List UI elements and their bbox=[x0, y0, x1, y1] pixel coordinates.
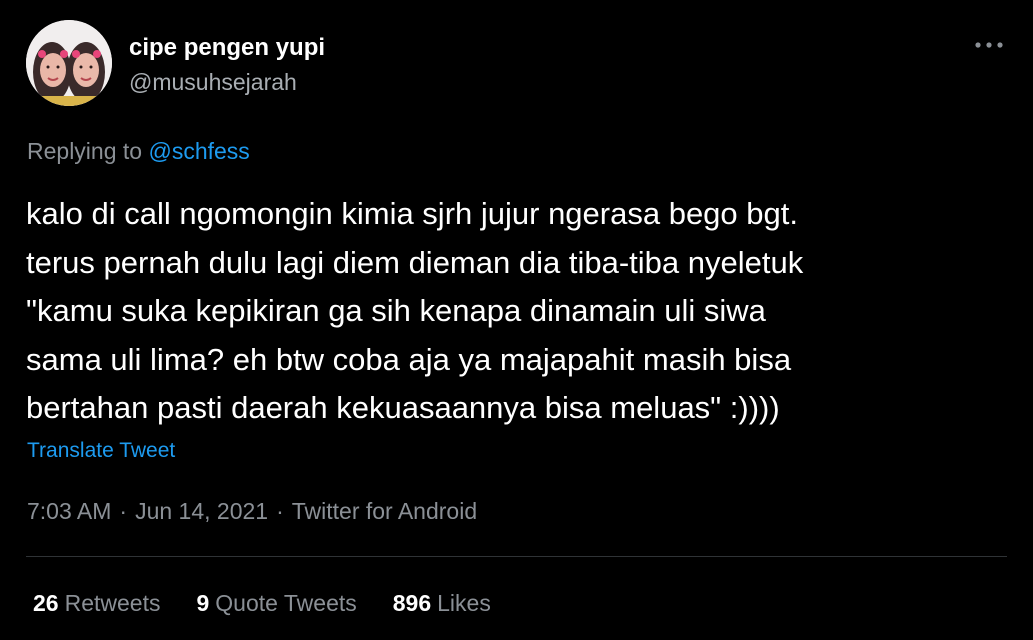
more-options-button[interactable] bbox=[970, 30, 1008, 60]
quote-tweets-stat[interactable]: 9 Quote Tweets bbox=[196, 589, 356, 617]
quote-tweets-label: Quote Tweets bbox=[215, 590, 357, 616]
meta-separator: · bbox=[119, 498, 128, 524]
tweet-line: sama uli lima? eh btw coba aja ya majapa… bbox=[26, 341, 792, 377]
replying-to-label: Replying to bbox=[27, 138, 143, 164]
tweet-line: bertahan pasti daerah kekuasaannya bisa … bbox=[26, 390, 780, 425]
tweet-time[interactable]: 7:03 AM bbox=[27, 498, 111, 524]
engagement-stats: 26 Retweets 9 Quote Tweets 896 Likes bbox=[33, 589, 527, 617]
likes-count: 896 bbox=[392, 590, 432, 616]
profile-photo bbox=[26, 20, 112, 106]
meta-separator: · bbox=[276, 498, 284, 524]
tweet-line: "kamu suka kepikiran ga sih kenapa dinam… bbox=[26, 293, 766, 328]
likes-stat[interactable]: 896 Likes bbox=[393, 589, 491, 617]
translate-tweet-link[interactable]: Translate Tweet bbox=[27, 438, 175, 464]
tweet-source[interactable]: Twitter for Android bbox=[292, 498, 477, 524]
display-name[interactable]: cipe pengen yupi bbox=[129, 34, 325, 62]
retweets-stat[interactable]: 26 Retweets bbox=[33, 589, 160, 617]
tweet-text: kalo di call ngomongin kimia sjrh jujur … bbox=[26, 190, 1016, 433]
replying-to: Replying to @schfess bbox=[27, 137, 250, 165]
retweets-count: 26 bbox=[33, 590, 59, 616]
avatar[interactable] bbox=[26, 20, 112, 106]
tweet-line: kalo di call ngomongin kimia sjrh jujur … bbox=[26, 196, 798, 231]
tweet-date[interactable]: Jun 14, 2021 bbox=[135, 498, 268, 524]
tweet-metadata: 7:03 AM · Jun 14, 2021 · Twitter for Android bbox=[27, 497, 477, 525]
retweets-label: Retweets bbox=[64, 590, 161, 616]
divider bbox=[26, 556, 1007, 557]
user-handle[interactable]: @musuhsejarah bbox=[129, 68, 297, 96]
quote-tweets-count: 9 bbox=[196, 590, 210, 616]
reply-mention-link[interactable]: @schfess bbox=[148, 138, 249, 164]
tweet-line: terus pernah dulu lagi diem dieman dia t… bbox=[26, 244, 804, 280]
more-horizontal-icon bbox=[975, 42, 1003, 48]
likes-label: Likes bbox=[437, 590, 491, 616]
